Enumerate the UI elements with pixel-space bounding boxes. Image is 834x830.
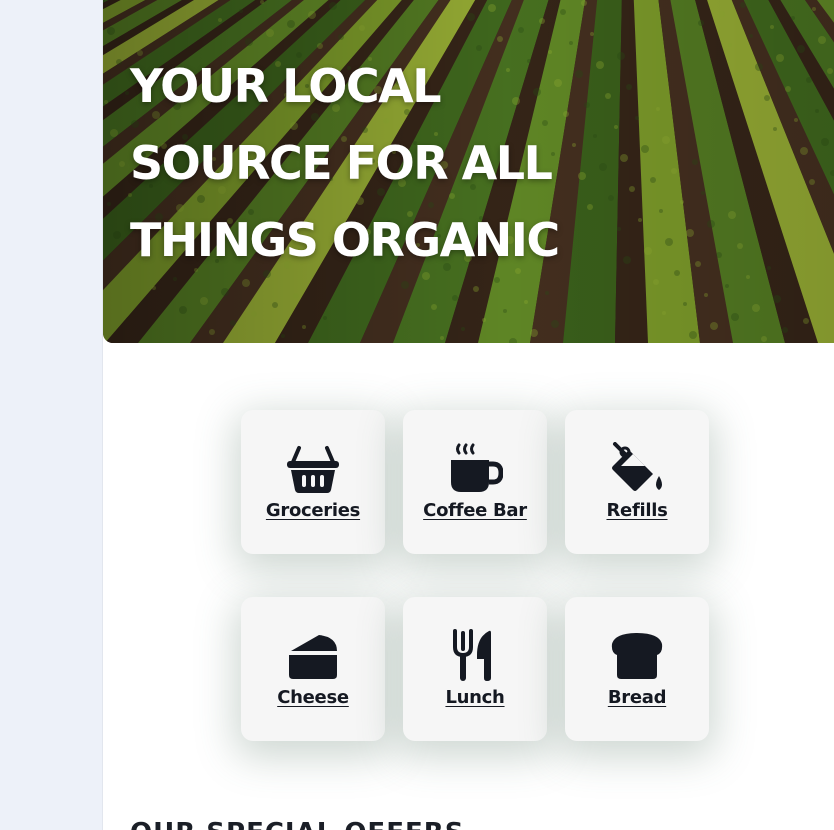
- category-label-groceries: Groceries: [265, 500, 361, 521]
- special-offers-heading: OUR SPECIAL OFFERS: [130, 818, 464, 830]
- category-grid: Groceries Coffee Bar Refills Cheese Lunc…: [241, 410, 709, 741]
- category-label-refills: Refills: [606, 500, 668, 521]
- category-label-cheese: Cheese: [277, 687, 349, 708]
- category-tile-refills[interactable]: Refills: [565, 410, 709, 554]
- category-label-coffee-bar: Coffee Bar: [423, 500, 527, 521]
- hero-title-line-3: THINGS ORGANIC: [130, 213, 560, 267]
- category-tile-cheese[interactable]: Cheese: [241, 597, 385, 741]
- category-label-bread: Bread: [607, 687, 667, 708]
- category-tile-groceries[interactable]: Groceries: [241, 410, 385, 554]
- fill-drip-icon: [612, 442, 662, 491]
- hero-title: YOUR LOCAL SOURCE FOR ALL THINGS ORGANIC: [130, 48, 650, 279]
- category-label-lunch: Lunch: [445, 687, 505, 708]
- utensils-icon: [453, 629, 491, 681]
- main-content: YOUR LOCAL SOURCE FOR ALL THINGS ORGANIC…: [102, 0, 834, 830]
- hero-title-line-2: SOURCE FOR ALL: [130, 136, 553, 190]
- hero-title-line-1: YOUR LOCAL: [130, 59, 442, 113]
- hero-banner: YOUR LOCAL SOURCE FOR ALL THINGS ORGANIC: [103, 0, 834, 343]
- category-tile-lunch[interactable]: Lunch: [403, 597, 547, 741]
- cheese-icon: [289, 635, 337, 679]
- category-tile-bread[interactable]: Bread: [565, 597, 709, 741]
- coffee-mug-icon: [451, 443, 503, 492]
- category-tile-coffee-bar[interactable]: Coffee Bar: [403, 410, 547, 554]
- basket-icon: [287, 446, 339, 493]
- bread-icon: [611, 633, 663, 679]
